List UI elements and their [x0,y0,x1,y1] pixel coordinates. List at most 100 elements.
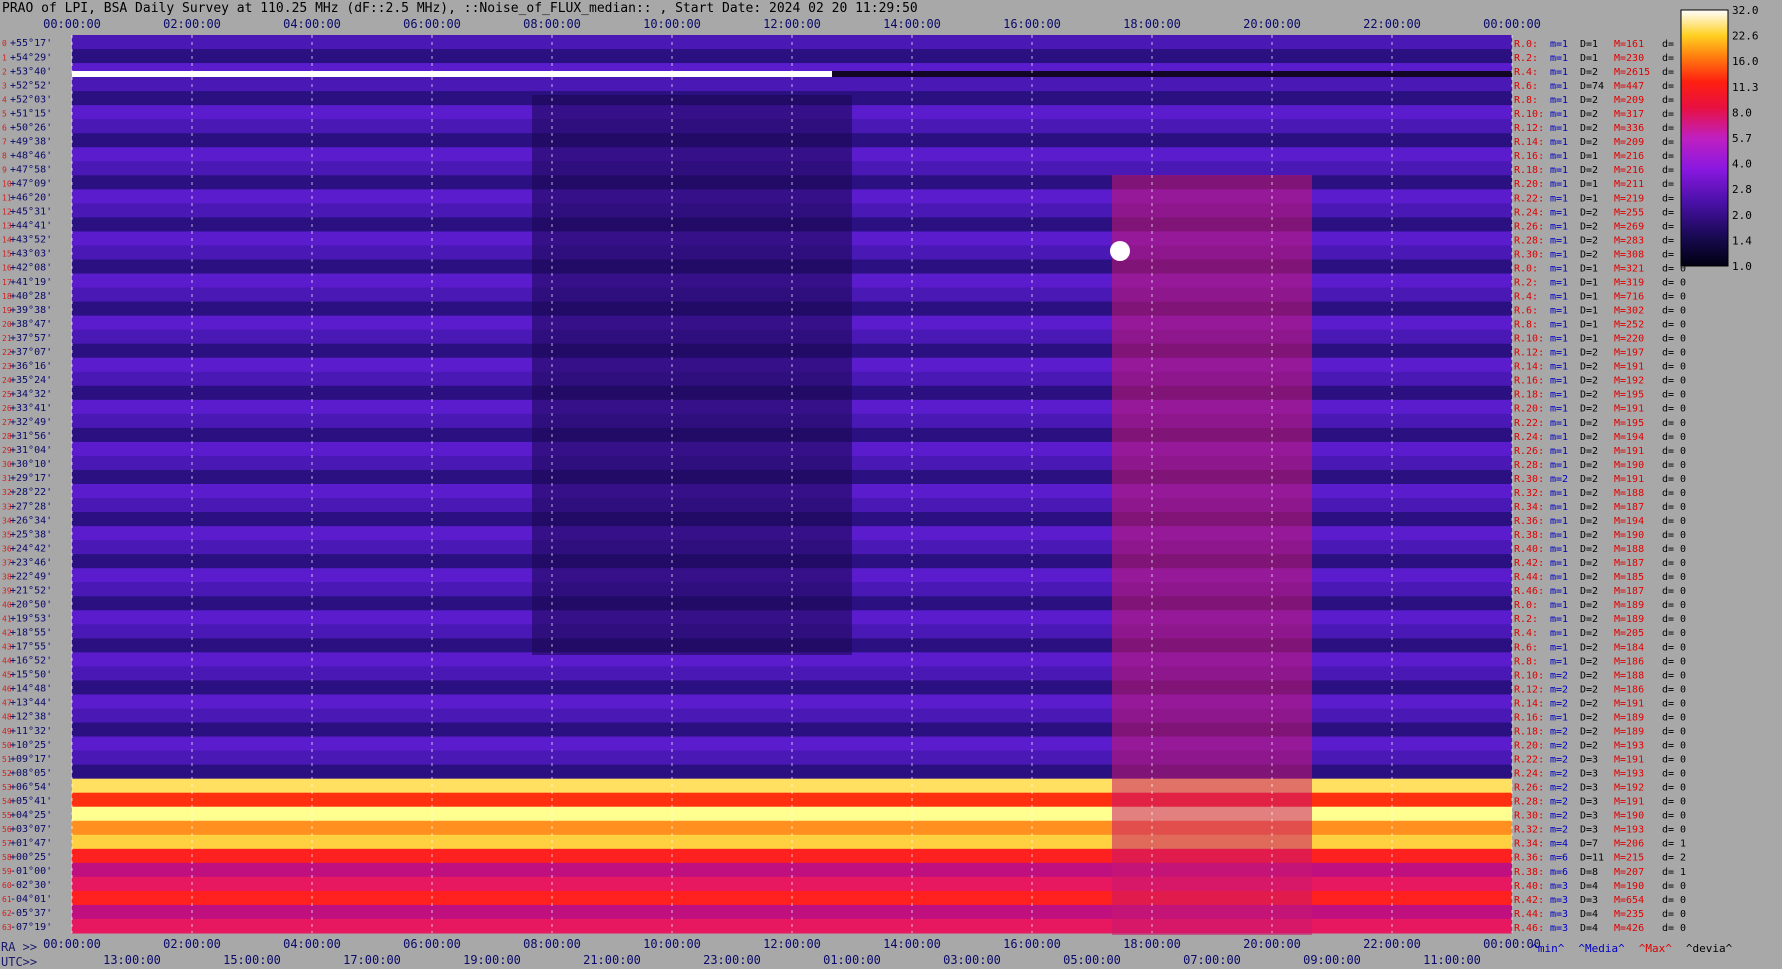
row-stat-min: m=1 [1550,600,1568,611]
row-stat-label: R.38: [1514,530,1544,541]
row-stat-devia: d= 0 [1662,670,1686,681]
row-stat-median: D=2 [1580,726,1598,737]
row-stat-median: D=3 [1580,811,1598,822]
y-tick-label: +28°22' [10,487,52,498]
row-stat-devia: d= 1 [1662,839,1686,850]
y-tick-label: +09°17' [10,754,52,765]
row-stat: R.30: m=2 D=3 M=190 d= 0 [1514,811,1686,822]
row-stat-max: M=189 [1614,726,1644,737]
row-stat-devia: d= 0 [1662,698,1686,709]
row-stat: R.16: m=1 D=2 M=192 d= 0 [1514,376,1686,387]
row-index-label: 2 [2,67,7,76]
x-bottom-utc-tick-label: 19:00:00 [463,953,521,967]
row-stat-min: m=1 [1550,67,1568,78]
y-tick-label: +37°07' [10,347,52,358]
row-stat-devia: d= 0 [1662,334,1686,345]
x-bottom-utc-tick-label: 03:00:00 [943,953,1001,967]
row-stat-median: D=1 [1580,320,1598,331]
row-stat: R.20: m=1 D=2 M=191 d= 0 [1514,404,1686,415]
row-stat-min: m=2 [1550,670,1568,681]
row-stat-label: R.4: [1514,628,1538,639]
row-stat-median: D=1 [1580,53,1598,64]
row-stat-median: D=2 [1580,446,1598,457]
colorbar [1680,9,1729,267]
x-bottom-utc-tick-label: 01:00:00 [823,953,881,967]
row-stat: R.18: m=1 D=2 M=195 d= 0 [1514,390,1686,401]
row-stat-min: m=1 [1550,390,1568,401]
row-stat-label: R.20: [1514,404,1544,415]
row-stat-min: m=1 [1550,291,1568,302]
row-stat-min: m=1 [1550,193,1568,204]
x-bottom-ra-tick-label: 22:00:00 [1363,937,1421,951]
row-stat: R.6: m=1 D=74 M=447 d= [1514,81,1674,92]
row-stat-devia: d= [1662,165,1674,176]
row-stat-min: m=1 [1550,109,1568,120]
row-stat-min: m=1 [1550,628,1568,639]
row-stat-label: R.0: [1514,600,1538,611]
row-stat-devia: d= 0 [1662,811,1686,822]
row-stat-label: R.10: [1514,109,1544,120]
row-stat-label: R.24: [1514,769,1544,780]
row-stat-median: D=2 [1580,67,1598,78]
heatmap-chart: 00:00:00 02:00:00 04:00:00 06:00:00 08:00:00… [2,4,1759,967]
row-stat-devia: d= 0 [1662,460,1686,471]
row-stat-label: R.18: [1514,165,1544,176]
row-stat-label: R.42: [1514,895,1544,906]
row-stat-median: D=2 [1580,418,1598,429]
row-stat-devia: d= 0 [1662,390,1686,401]
row-stat-min: m=1 [1550,320,1568,331]
row-stat-devia: d= 0 [1662,881,1686,892]
row-stat-min: m=2 [1550,726,1568,737]
x-bottom-ra-tick-label: 10:00:00 [643,937,701,951]
legend-median: ^Media^ [1578,942,1625,955]
row-stat: R.26: m=1 D=2 M=191 d= 0 [1514,446,1686,457]
x-top-tick-label: 00:00:00 [43,17,101,31]
y-tick-label: +18°55' [10,628,52,639]
row-stat-median: D=2 [1580,614,1598,625]
y-tick-label: +31°56' [10,431,52,442]
row-stat-max: M=209 [1614,95,1644,106]
row-stat-max: M=205 [1614,628,1644,639]
y-tick-label: +32°49' [10,417,52,428]
row-stat-label: R.30: [1514,249,1544,260]
row-stat-median: D=2 [1580,95,1598,106]
colorbar-tick-label: 16.0 [1732,55,1759,68]
row-stat-max: M=2615 [1614,67,1650,78]
x-top-tick-label: 02:00:00 [163,17,221,31]
row-stat-max: M=186 [1614,656,1644,667]
row-stat-devia: d= 0 [1662,474,1686,485]
row-stat-max: M=191 [1614,698,1644,709]
row-stat-median: D=3 [1580,755,1598,766]
row-stat-label: R.46: [1514,586,1544,597]
x-bottom-ra-tick-label: 06:00:00 [403,937,461,951]
row-stat-min: m=1 [1550,432,1568,443]
row-stat-median: D=4 [1580,881,1598,892]
y-tick-label: +10°25' [10,740,52,751]
row-stat-max: M=193 [1614,769,1644,780]
row-stat-label: R.26: [1514,221,1544,232]
row-stat-median: D=2 [1580,516,1598,527]
row-stat-median: D=2 [1580,530,1598,541]
row-stat: R.2: m=1 D=1 M=230 d= 0 [1514,53,1686,64]
y-tick-label: +52°52' [10,80,52,91]
row-stat-devia: d= 0 [1662,783,1686,794]
row-stat-median: D=2 [1580,432,1598,443]
y-tick-label: +39°38' [10,305,52,316]
colorbar-tick-label: 1.0 [1732,260,1752,273]
y-tick-label: +41°19' [10,277,52,288]
colorbar-tick-label: 2.0 [1732,209,1752,222]
row-stat-label: R.14: [1514,362,1544,373]
row-stat-label: R.22: [1514,755,1544,766]
x-bottom-utc-tick-label: 11:00:00 [1423,953,1481,967]
row-stat-median: D=3 [1580,825,1598,836]
row-stat-label: R.2: [1514,277,1538,288]
row-stat-min: m=1 [1550,53,1568,64]
y-tick-label: -05°37' [10,908,52,919]
row-stat-median: D=3 [1580,797,1598,808]
row-stat-max: M=187 [1614,558,1644,569]
y-tick-label: +46°20' [10,193,52,204]
row-stat-label: R.6: [1514,81,1538,92]
row-stat-max: M=447 [1614,81,1644,92]
x-top-tick-label: 10:00:00 [643,17,701,31]
row-stat-median: D=2 [1580,137,1598,148]
